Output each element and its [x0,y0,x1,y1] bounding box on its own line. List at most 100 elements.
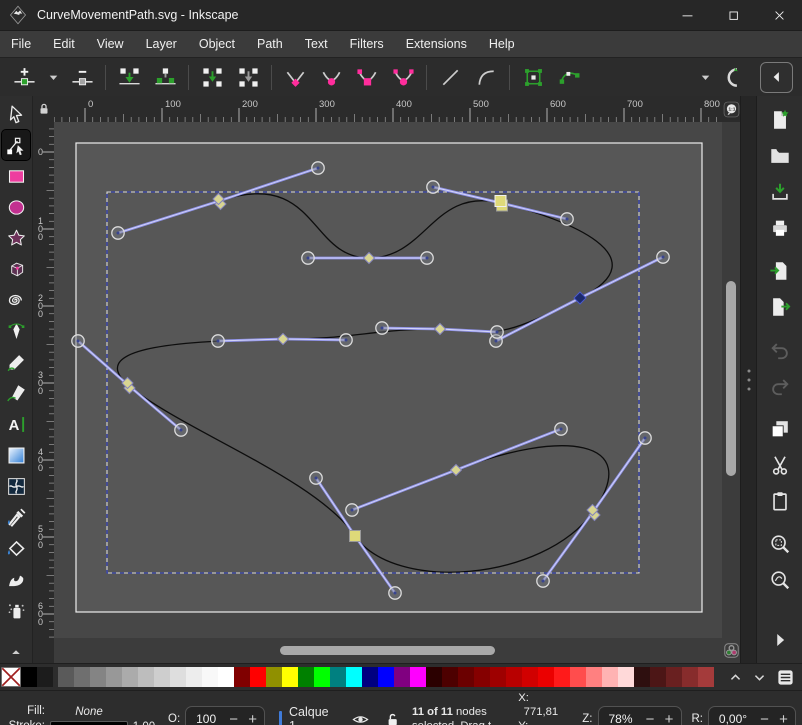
menu-object[interactable]: Object [188,31,246,57]
palette-swatch[interactable] [378,667,394,687]
corner-node-button[interactable] [277,61,313,93]
gradient-tool[interactable] [2,440,30,470]
palette-swatch[interactable] [330,667,346,687]
break-node-button[interactable] [147,61,183,93]
palette-swatch[interactable] [202,667,218,687]
folder-open-button[interactable] [764,140,796,171]
palette-swatch[interactable] [570,667,586,687]
document-print-button[interactable] [764,212,796,243]
box3d-tool[interactable] [2,254,30,284]
opacity-value[interactable]: 100 [188,712,224,725]
rectangle-tool[interactable] [2,161,30,191]
ellipse-tool[interactable] [2,192,30,222]
palette-swatch[interactable] [154,667,170,687]
curve-segment-button[interactable] [468,61,504,93]
palette-swatch[interactable] [106,667,122,687]
horizontal-scrollbar[interactable] [54,638,722,663]
maximize-button[interactable] [710,0,756,30]
undo-button[interactable] [764,334,796,365]
palette-swatch[interactable] [37,667,53,687]
horizontal-scrollbar-thumb[interactable] [280,646,495,655]
paste-button[interactable] [764,485,796,516]
opacity-spinbox[interactable]: 100 − + [185,706,265,725]
menu-filters[interactable]: Filters [339,31,395,57]
zoom-value[interactable]: 78% [601,712,641,725]
expand-panel-button[interactable] [764,624,796,655]
palette-swatch[interactable] [21,667,37,687]
bucket-tool[interactable] [2,533,30,563]
path-node[interactable] [350,531,361,542]
panel-resize-strip[interactable] [740,96,756,663]
palette-swatch[interactable] [442,667,458,687]
document-save-button[interactable] [764,176,796,207]
minimize-button[interactable] [664,0,710,30]
palette-swatch[interactable] [682,667,698,687]
palette-swatch-none[interactable] [1,667,21,687]
mesh-tool[interactable] [2,471,30,501]
palette-swatch[interactable] [138,667,154,687]
collapse-panel-button[interactable] [760,62,793,93]
menu-layer[interactable]: Layer [135,31,188,57]
star-tool[interactable] [2,223,30,253]
vertical-scrollbar-thumb[interactable] [726,281,736,476]
canvas[interactable] [54,122,722,638]
palette-swatch[interactable] [650,667,666,687]
palette-swatch[interactable] [394,667,410,687]
duplicate-button[interactable] [764,413,796,444]
ruler-lock-corner[interactable] [33,96,54,122]
opacity-decrease-button[interactable]: − [224,707,243,725]
symmetric-node-button[interactable] [349,61,385,93]
menu-edit[interactable]: Edit [42,31,86,57]
vertical-scrollbar[interactable] [722,122,740,638]
palette-scroll-down-button[interactable] [752,670,767,685]
palette-swatch[interactable] [586,667,602,687]
menu-help[interactable]: Help [478,31,526,57]
palette-menu-button[interactable] [776,668,795,687]
selector-tool[interactable] [2,99,30,129]
rotation-increase-button[interactable]: + [774,707,793,725]
zoom-decrease-button[interactable]: − [641,707,660,725]
palette-swatch[interactable] [282,667,298,687]
palette-swatch[interactable] [426,667,442,687]
palette-swatch[interactable] [602,667,618,687]
menu-file[interactable]: File [0,31,42,57]
palette-swatch[interactable] [538,667,554,687]
palette-swatch[interactable] [698,667,714,687]
menu-path[interactable]: Path [246,31,294,57]
pen-tool[interactable] [2,316,30,346]
palette-swatch[interactable] [490,667,506,687]
close-button[interactable] [756,0,802,30]
dropper-tool[interactable] [2,502,30,532]
stroke-width-value[interactable]: 1,00 [128,719,160,725]
line-segment-button[interactable] [432,61,468,93]
horizontal-ruler[interactable]: 0100200300400500600700800 [54,96,722,122]
rotation-decrease-button[interactable]: − [755,707,774,725]
palette-scroll-up-button[interactable] [728,670,743,685]
smooth-node-button[interactable] [313,61,349,93]
palette-swatch[interactable] [250,667,266,687]
palette-swatch[interactable] [522,667,538,687]
delete-segment-button[interactable] [230,61,266,93]
palette-swatch[interactable] [458,667,474,687]
palette-swatch[interactable] [506,667,522,687]
delete-node-button[interactable] [64,61,100,93]
document-import-button[interactable] [764,255,796,286]
node-editor-tool[interactable] [2,130,30,160]
text-tool[interactable]: A [2,409,30,439]
vertical-ruler[interactable]: 0100200300400500600 [33,122,54,638]
palette-swatch[interactable] [618,667,634,687]
palette-swatch[interactable] [362,667,378,687]
palette-swatch[interactable] [298,667,314,687]
fill-stroke-indicator[interactable]: Fill: Stroke: None 1,00 [6,704,160,725]
insert-node-button[interactable] [6,61,42,93]
path-node[interactable] [495,196,506,207]
rotation-spinbox[interactable]: 0,00° − + [708,706,796,725]
palette-swatch[interactable] [170,667,186,687]
menu-text[interactable]: Text [294,31,339,57]
zoom-drawing-button[interactable] [764,564,796,595]
join-segment-button[interactable] [194,61,230,93]
spiral-tool[interactable] [2,285,30,315]
zoom-corner-button[interactable]: 1:1 [722,96,740,122]
palette-swatch[interactable] [410,667,426,687]
menu-extensions[interactable]: Extensions [395,31,478,57]
